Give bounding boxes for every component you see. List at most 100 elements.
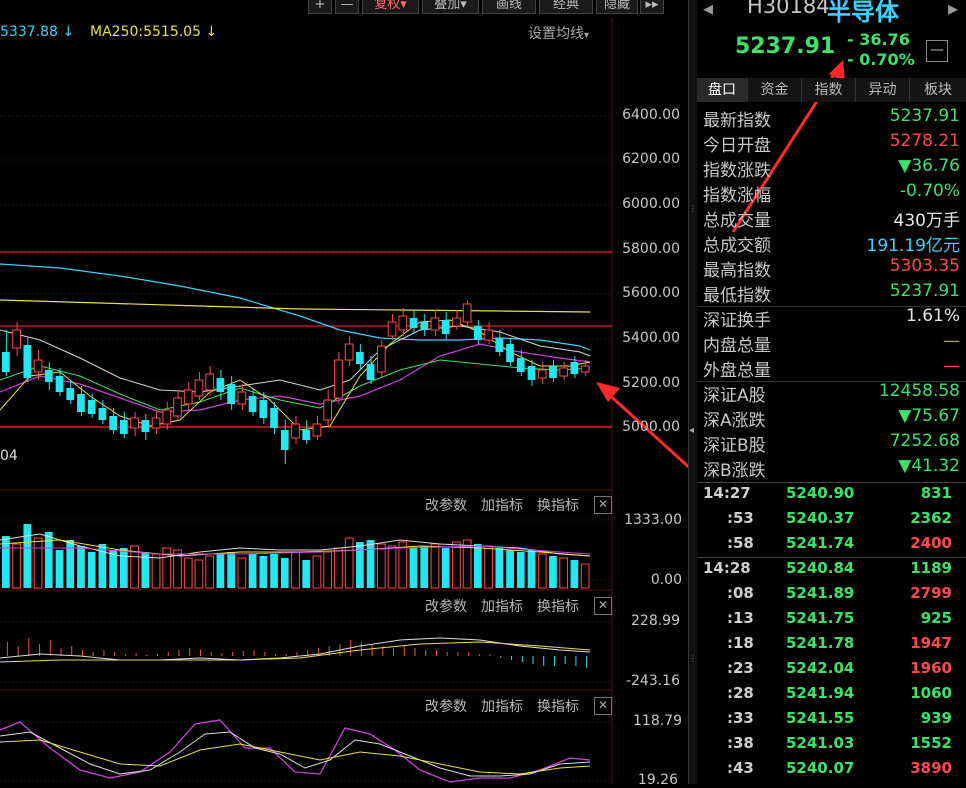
volume-bar [323, 551, 333, 589]
quote-label: 深证B股 [703, 436, 766, 456]
draw-line-button[interactable]: 画线 [482, 0, 536, 14]
quote-label: 今日开盘 [703, 136, 771, 156]
candle-body [570, 362, 579, 374]
quote-value: 5303.35 [889, 256, 960, 276]
volume-bar [23, 524, 32, 588]
candle-body [291, 423, 300, 439]
zoom-out-button[interactable]: — [335, 0, 359, 14]
hide-button[interactable]: 隐藏 [596, 0, 638, 14]
macd-add-indicator-button[interactable]: 加指标 [481, 596, 523, 616]
candle-body [237, 391, 247, 405]
date-label: 04 [0, 448, 18, 464]
candlesticks [2, 300, 590, 464]
candle-body [55, 376, 64, 392]
volume-bar [570, 560, 579, 588]
volume-bar [259, 556, 268, 588]
ma-cyan-line [0, 263, 591, 351]
candle-body [12, 329, 21, 349]
quote-section-main: 最新指数 5237.91 今日开盘 5278.21 指数涨跌 ▼36.76 指数涨幅 -0.7… [697, 106, 966, 306]
volume-modify-params-button[interactable]: 改参数 [425, 495, 467, 515]
candle-body [98, 408, 107, 420]
volume-bar [66, 540, 75, 588]
candle-body [109, 416, 117, 430]
tick-time: :08 [727, 584, 754, 602]
tick-volume: 831 [920, 484, 952, 502]
quote-value: 5237.91 [889, 281, 960, 301]
grip-icon: ⋮ [689, 204, 697, 213]
quote-section-turnover: 深证换手 1.61% 内盘总量 — 外盘总量 — [697, 306, 966, 381]
overlay-button[interactable]: 叠加▾ [422, 0, 479, 14]
volume-bar [270, 554, 278, 588]
volume-bar [291, 551, 300, 589]
volume-bar [452, 541, 461, 589]
chart-canvas[interactable] [0, 0, 688, 784]
volume-bar [227, 552, 235, 588]
price-axis-label: 5000.00 [622, 419, 680, 435]
arrow-down-icon: ↓ [62, 24, 75, 40]
ma-legend-a: 5337.88 ↓ [0, 24, 74, 40]
volume-axis-label: 0.00 [650, 572, 682, 588]
fuquan-button[interactable]: 复权▾ [362, 0, 419, 14]
tick-time: :38 [727, 734, 754, 752]
quote-label: 外盘总量 [703, 361, 771, 381]
tick-volume: 1947 [910, 634, 952, 652]
tab-funds[interactable]: 资金 [748, 78, 802, 102]
quote-value: ▼75.67 [898, 406, 960, 426]
candle-body [183, 389, 193, 405]
quote-label: 最低指数 [703, 286, 771, 306]
tab-index[interactable]: 指数 [802, 78, 856, 102]
tick-row: :58 5241.74 2400 [697, 534, 966, 559]
volume-bar [387, 545, 397, 589]
quote-row: 最高指数 5303.35 [703, 256, 960, 281]
candle-body [173, 397, 182, 417]
tick-volume: 3890 [910, 759, 952, 777]
quote-row: 指数涨幅 -0.70% [703, 181, 960, 206]
kdj-yellow-line [0, 739, 591, 775]
volume-bar [516, 552, 525, 588]
candle-body [462, 303, 472, 323]
macd-axis-label: -243.16 [625, 673, 680, 689]
zoom-in-button[interactable]: + [308, 0, 332, 14]
volume-switch-indicator-button[interactable]: 换指标 [537, 495, 579, 515]
volume-bar [366, 540, 375, 588]
tab-movement[interactable]: 异动 [856, 78, 910, 102]
candle-body [420, 322, 429, 330]
candle-body [312, 423, 322, 437]
tick-volume: 1189 [910, 559, 952, 577]
volume-bar [430, 543, 440, 589]
kdj-switch-indicator-button[interactable]: 换指标 [537, 696, 579, 716]
kdj-close-icon[interactable]: ✕ [594, 697, 612, 715]
quote-value: 5278.21 [889, 131, 960, 151]
ma-settings-button[interactable]: 设置均线▾ [528, 23, 589, 43]
tick-price: 5241.94 [786, 684, 855, 702]
volume-add-indicator-button[interactable]: 加指标 [481, 495, 523, 515]
chevron-down-icon: ▾ [584, 30, 590, 41]
tick-volume: 939 [920, 709, 952, 727]
candle-body [549, 366, 557, 378]
collapse-handle-icon[interactable]: ◂ [689, 425, 695, 445]
candle-body [527, 366, 536, 380]
volume-bar [302, 560, 311, 588]
candle-body [506, 344, 514, 362]
candle-body [280, 430, 289, 450]
price-axis-label: 6400.00 [622, 107, 680, 123]
volume-bar [248, 554, 257, 588]
macd-modify-params-button[interactable]: 改参数 [425, 596, 467, 616]
kdj-add-indicator-button[interactable]: 加指标 [481, 696, 523, 716]
tick-time: :33 [727, 709, 754, 727]
classic-button[interactable]: 经典 [539, 0, 593, 14]
volume-close-icon[interactable]: ✕ [594, 496, 612, 514]
macd-switch-indicator-button[interactable]: 换指标 [537, 596, 579, 616]
arrow-down-icon: ↓ [205, 24, 218, 40]
tick-row: :23 5242.04 1960 [697, 659, 966, 684]
quote-panel: ◂ ▸ H30184 半导体 5237.91 - 36.76 - 0.70% —… [697, 0, 966, 784]
kdj-axis-label: 118.79 [633, 713, 682, 729]
candle-body [130, 417, 139, 429]
expand-icon[interactable]: ▸▸ [640, 0, 664, 14]
tab-pankou[interactable]: 盘口 [697, 78, 748, 102]
kline-chart-area[interactable]: + — 复权▾ 叠加▾ 画线 经典 隐藏 ▸▸ 5337.88 ↓ MA250:… [0, 0, 688, 788]
volume-bar [109, 550, 117, 588]
quote-row: 总成交量 430万手 [703, 206, 960, 231]
kdj-modify-params-button[interactable]: 改参数 [425, 696, 467, 716]
tab-sector[interactable]: 板块 [910, 78, 966, 102]
